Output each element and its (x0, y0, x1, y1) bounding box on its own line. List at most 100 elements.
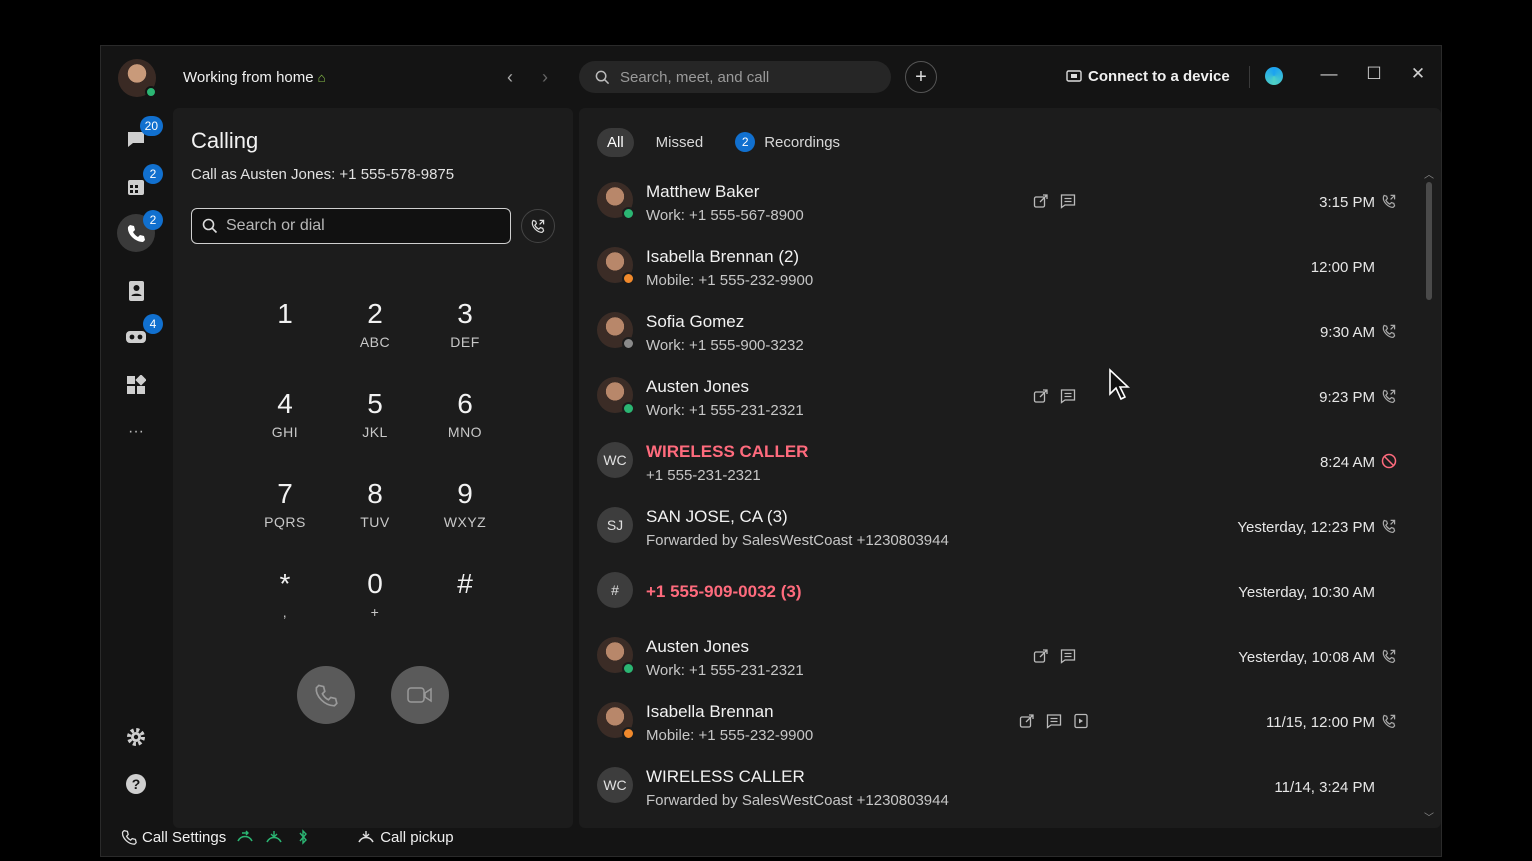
user-avatar[interactable] (118, 59, 157, 98)
settings-button[interactable] (117, 718, 155, 756)
dial-placeholder: Search or dial (226, 217, 325, 234)
close-button[interactable]: ✕ (1406, 64, 1430, 84)
global-search-input[interactable]: Search, meet, and call (579, 61, 891, 93)
call-list-scrollbar[interactable]: ︿ ﹀ (1423, 170, 1435, 824)
contact-avatar[interactable]: WC (597, 442, 633, 478)
dial-key[interactable]: # (420, 568, 510, 628)
voicemail-file-icon[interactable] (1073, 713, 1091, 731)
do-not-disturb-status-icon[interactable] (265, 829, 288, 845)
message-icon[interactable] (1060, 388, 1078, 406)
house-icon: ⌂ (317, 70, 326, 85)
call-history-row[interactable]: WC WIRELESS CALLER +1 555-231-2321 8:24 AM (579, 430, 1419, 495)
call-as-line[interactable]: Call as Austen Jones: +1 555-578-9875 (191, 166, 454, 183)
scroll-down-arrow[interactable]: ﹀ (1423, 809, 1435, 824)
status-message[interactable]: Working from home ⌂ (183, 69, 325, 86)
nav-contacts[interactable] (117, 272, 155, 310)
minimize-button[interactable]: — (1317, 64, 1341, 84)
message-icon[interactable] (1060, 193, 1078, 211)
contact-avatar[interactable] (597, 702, 635, 740)
call-history-row[interactable]: Isabella Brennan Mobile: +1 555-232-9900 1… (579, 690, 1419, 755)
dial-key[interactable]: 8 TUV (330, 478, 420, 538)
scroll-thumb[interactable] (1426, 182, 1432, 300)
row-actions (1033, 388, 1087, 406)
dial-key[interactable]: 1 (240, 298, 330, 358)
message-icon[interactable] (1060, 648, 1078, 666)
nav-voicemail[interactable]: 4 (117, 314, 163, 356)
back-button[interactable]: ‹ (499, 66, 521, 88)
call-history-row[interactable]: Isabella Brennan (2) Mobile: +1 555-232-9… (579, 235, 1419, 300)
contact-avatar[interactable] (597, 247, 635, 285)
contact-avatar[interactable]: SJ (597, 507, 633, 543)
dial-key[interactable]: 6 MNO (420, 388, 510, 448)
call-history-row[interactable]: WC WIRELESS CALLER Forwarded by SalesWestC… (579, 755, 1419, 820)
row-actions (1033, 648, 1087, 666)
call-history-tabs: All Missed 2 Recordings (597, 126, 862, 158)
outgoing-call-icon[interactable] (1381, 648, 1399, 666)
call-history-row[interactable]: SJ SAN JOSE, CA (3) Forwarded by SalesWest… (579, 495, 1419, 560)
audio-call-button[interactable] (297, 666, 355, 724)
call-history-row[interactable]: Matthew Baker Work: +1 555-567-8900 3:15 P… (579, 170, 1419, 235)
dial-key-number: 1 (277, 298, 293, 329)
tab-all[interactable]: All (597, 127, 634, 157)
dial-search-input[interactable]: Search or dial (191, 208, 511, 244)
dial-key[interactable]: *, (240, 568, 330, 628)
presence-clock-icon (622, 337, 635, 350)
contact-avatar[interactable] (597, 637, 635, 675)
call-history-row[interactable]: Austen Jones Work: +1 555-231-2321 Yesterd… (579, 625, 1419, 690)
search-icon (595, 70, 610, 84)
call-history-row[interactable]: # +1 555-909-0032 (3) Yesterday, 10:30 AM (579, 560, 1419, 625)
dial-key-letters: MNO (447, 424, 483, 440)
tab-missed[interactable]: Missed (646, 128, 714, 157)
dial-key[interactable]: 9 WXYZ (420, 478, 510, 538)
dial-key[interactable]: 4 GHI (240, 388, 330, 448)
share-icon[interactable] (1033, 193, 1051, 211)
new-action-button[interactable]: + (905, 61, 937, 93)
call-pickup-button[interactable]: Call pickup (357, 829, 454, 846)
nav-calling[interactable]: 2 (117, 210, 163, 252)
call-settings-button[interactable]: Call Settings (121, 829, 226, 846)
phone-settings-icon (121, 829, 137, 845)
nav-apps[interactable] (117, 366, 155, 404)
nav-more[interactable]: ··· (117, 413, 155, 451)
dial-key-letters: , (282, 604, 288, 620)
connect-device-button[interactable]: Connect to a device (1066, 68, 1230, 85)
share-icon[interactable] (1033, 388, 1051, 406)
contact-avatar[interactable]: WC (597, 767, 633, 803)
dial-key[interactable]: 3 DEF (420, 298, 510, 358)
dial-key[interactable]: 2 ABC (330, 298, 420, 358)
scroll-up-arrow[interactable]: ︿ (1423, 166, 1435, 181)
maximize-button[interactable]: ☐ (1362, 64, 1386, 84)
dial-key-letters: DEF (450, 334, 480, 350)
call-options-button[interactable] (521, 209, 555, 243)
message-icon[interactable] (1046, 713, 1064, 731)
nav-messaging[interactable]: 20 (117, 116, 163, 158)
nav-meetings[interactable]: 2 (117, 164, 163, 206)
bluetooth-status-icon[interactable] (294, 829, 317, 845)
outgoing-call-icon[interactable] (1381, 193, 1399, 211)
outgoing-call-icon[interactable] (1381, 388, 1399, 406)
dial-key[interactable]: 0 + (330, 568, 420, 628)
caller-name: WIRELESS CALLER (646, 442, 809, 461)
call-history-row[interactable]: Sofia Gomez Work: +1 555-900-3232 9:30 AM (579, 300, 1419, 365)
dial-key-number: 3 (457, 298, 473, 329)
dial-key[interactable]: 5 JKL (330, 388, 420, 448)
dial-key[interactable]: 7 PQRS (240, 478, 330, 538)
contact-avatar[interactable] (597, 377, 635, 415)
contact-avatar[interactable] (597, 182, 635, 220)
contact-avatar[interactable]: # (597, 572, 633, 608)
help-button[interactable]: ? (117, 765, 155, 803)
contact-avatar[interactable] (597, 312, 635, 350)
share-icon[interactable] (1033, 648, 1051, 666)
webex-logo-icon[interactable] (1265, 67, 1283, 85)
row-actions (1019, 713, 1100, 731)
video-call-button[interactable] (391, 666, 449, 724)
outgoing-call-icon[interactable] (1381, 713, 1399, 731)
outgoing-call-icon[interactable] (1381, 323, 1399, 341)
outgoing-call-icon[interactable] (1381, 518, 1399, 536)
call-history-row[interactable]: Austen Jones Work: +1 555-231-2321 9:23 PM (579, 365, 1419, 430)
tab-recordings[interactable]: 2 Recordings (725, 126, 850, 158)
share-icon[interactable] (1019, 713, 1037, 731)
forward-button[interactable]: › (534, 66, 556, 88)
caller-detail: Forwarded by SalesWestCoast +1230803944 (646, 532, 949, 549)
forwarding-status-icon[interactable] (236, 829, 259, 845)
